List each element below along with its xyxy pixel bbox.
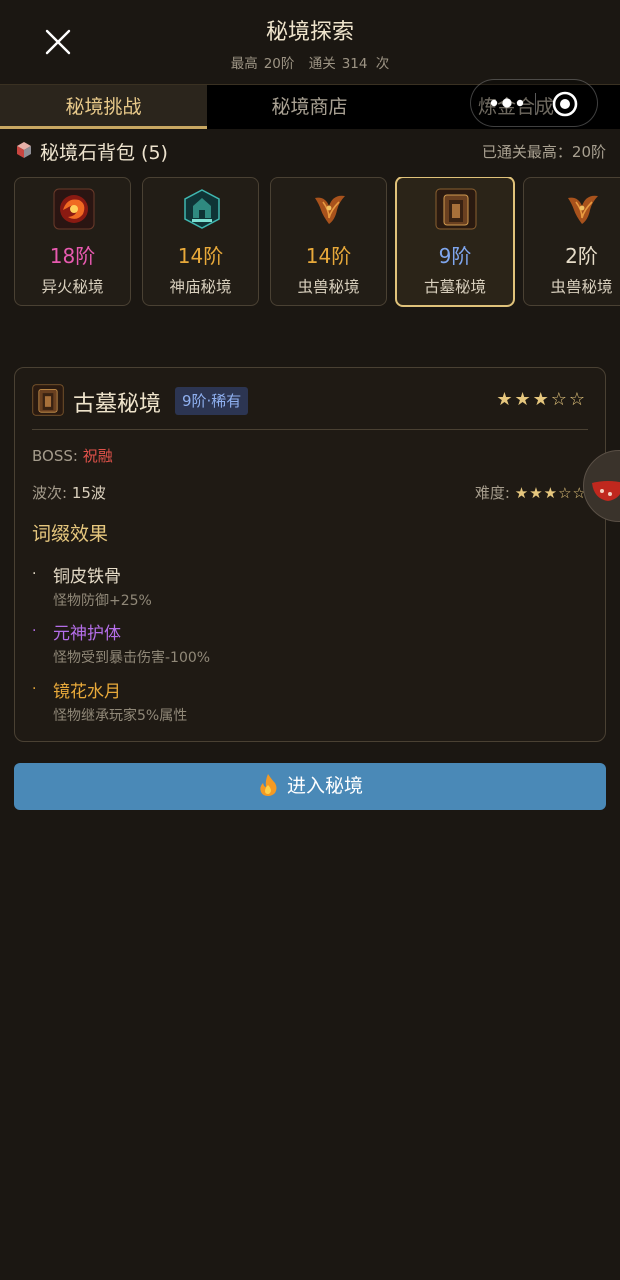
difficulty-stars: ★★★☆☆ — [514, 484, 587, 502]
tab-shop[interactable]: 秘境商店 — [207, 85, 412, 129]
stone-level: 14阶 — [177, 244, 224, 268]
difficulty-row: 难度: ★★★☆☆ — [475, 482, 587, 503]
page-subtitle: 最高 20阶 通关 314 次 — [0, 52, 620, 72]
fire-icon — [260, 773, 277, 796]
detail-name: 古墓秘境 — [73, 392, 162, 417]
stone-level: 14阶 — [305, 244, 352, 268]
exit-miniprogram-button[interactable] — [551, 90, 579, 118]
miniprogram-capsule — [470, 79, 598, 127]
temple-icon — [184, 189, 220, 229]
rating-stars: ★★★☆☆ — [496, 389, 587, 410]
enter-realm-button[interactable]: 进入秘境 — [14, 763, 606, 810]
red-bowl-icon — [592, 481, 620, 501]
bullet: · — [32, 623, 37, 639]
bullet: · — [32, 566, 37, 582]
affix-name: 镜花水月 — [53, 682, 121, 702]
wave-value: 15波 — [71, 484, 106, 502]
tomb-icon — [435, 188, 477, 230]
stone-detail-card: 古墓秘境 9阶·稀有 ★★★☆☆ BOSS: 祝融 波次: 15波 难度: ★★… — [14, 367, 606, 742]
stone-level: 9阶 — [438, 244, 472, 268]
header: 秘境探索 最高 20阶 通关 314 次 — [0, 0, 620, 84]
stone-card[interactable]: 14阶 神庙秘境 — [142, 177, 259, 306]
stone-list: 18阶 异火秘境 14阶 神庙秘境 14阶 虫兽秘境 9阶 古墓秘境 2阶 虫兽… — [14, 177, 620, 307]
max-level-value: 20阶 — [263, 56, 295, 72]
tomb-icon — [32, 384, 64, 416]
boss-label: BOSS: — [32, 447, 83, 465]
difficulty-label: 难度: — [474, 484, 515, 502]
target-circle-icon — [552, 91, 578, 117]
affix-desc: 怪物防御+25% — [53, 593, 152, 609]
boss-value: 祝融 — [82, 447, 113, 465]
stone-name: 神庙秘境 — [169, 278, 232, 296]
stone-level: 18阶 — [49, 244, 96, 268]
max-level-label: 最高 — [230, 56, 258, 72]
clear-count-label: 通关 — [308, 56, 336, 72]
pack-title: 秘境石背包 (5) — [40, 142, 168, 164]
enter-button-label: 进入秘境 — [286, 775, 363, 797]
wave-label: 波次: — [32, 484, 72, 502]
detail-divider — [32, 429, 588, 430]
stone-name: 虫兽秘境 — [297, 278, 360, 296]
stone-name: 异火秘境 — [41, 278, 104, 296]
page-title: 秘境探索 — [265, 20, 354, 45]
stone-box-icon — [17, 142, 31, 158]
beast-icon — [568, 195, 598, 224]
rarity-badge: 9阶·稀有 — [175, 387, 249, 415]
stone-card[interactable]: 18阶 异火秘境 — [14, 177, 131, 306]
stone-card[interactable]: 2阶 虫兽秘境 — [523, 177, 620, 306]
boss-row: BOSS: 祝融 — [32, 445, 113, 466]
affix-name: 铜皮铁骨 — [53, 567, 121, 587]
affix-desc: 怪物继承玩家5%属性 — [53, 708, 188, 724]
stone-name: 虫兽秘境 — [550, 278, 613, 296]
stone-name: 古墓秘境 — [423, 278, 486, 296]
stone-level: 2阶 — [565, 244, 598, 268]
pack-row: 秘境石背包 (5) 已通关最高：20阶 — [14, 138, 606, 164]
more-dots-icon — [490, 98, 524, 108]
cleared-highest: 已通关最高：20阶 — [481, 143, 606, 161]
affix-desc: 怪物受到暴击伤害-100% — [53, 650, 211, 666]
fire-vortex-icon — [53, 188, 95, 230]
capsule-divider — [535, 93, 536, 115]
wave-row: 波次: 15波 — [32, 482, 106, 503]
stone-card-selected[interactable]: 9阶 古墓秘境 — [395, 177, 515, 307]
stone-card[interactable]: 14阶 虫兽秘境 — [270, 177, 387, 306]
bullet: · — [32, 681, 37, 697]
tab-challenge[interactable]: 秘境挑战 — [0, 85, 207, 129]
affix-name: 元神护体 — [53, 624, 121, 644]
beast-icon — [315, 195, 345, 224]
clear-count-value: 314 次 — [341, 56, 390, 72]
affix-title: 词缀效果 — [32, 523, 109, 545]
more-button[interactable] — [485, 90, 535, 116]
